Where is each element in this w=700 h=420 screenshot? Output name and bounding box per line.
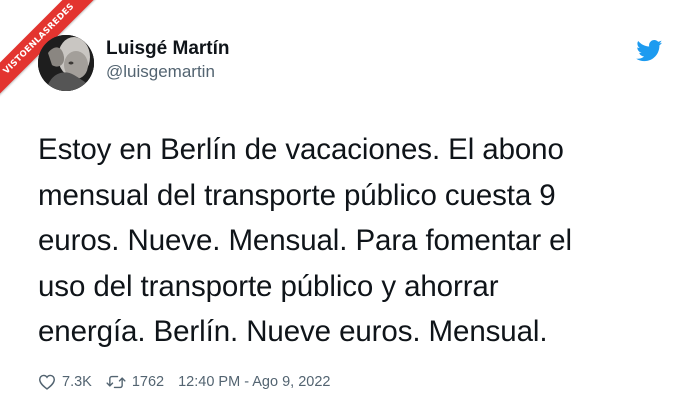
retweet-stat[interactable]: 1762 xyxy=(106,374,164,390)
avatar[interactable] xyxy=(38,35,94,91)
like-stat[interactable]: 7.3K xyxy=(38,374,92,390)
retweet-count: 1762 xyxy=(131,374,165,390)
like-count: 7.3K xyxy=(62,374,92,390)
tweet-footer: 7.3K 1762 12:40 PM - Ago 9, 2022 xyxy=(38,372,330,392)
tweet-timestamp[interactable]: 12:40 PM - Ago 9, 2022 xyxy=(178,374,330,390)
avatar-photo xyxy=(38,35,94,91)
tweet-card: VISTOENLASREDES Luisgé Martín @luisgemar… xyxy=(0,0,700,420)
tweet-text: Estoy en Berlín de vacaciones. El abono … xyxy=(38,133,572,348)
author-name[interactable]: Luisgé Martín xyxy=(106,38,230,60)
author-handle[interactable]: @luisgemartin xyxy=(106,62,215,82)
twitter-bird-icon[interactable] xyxy=(636,40,663,62)
retweet-icon xyxy=(106,375,126,389)
heart-icon xyxy=(38,374,56,390)
